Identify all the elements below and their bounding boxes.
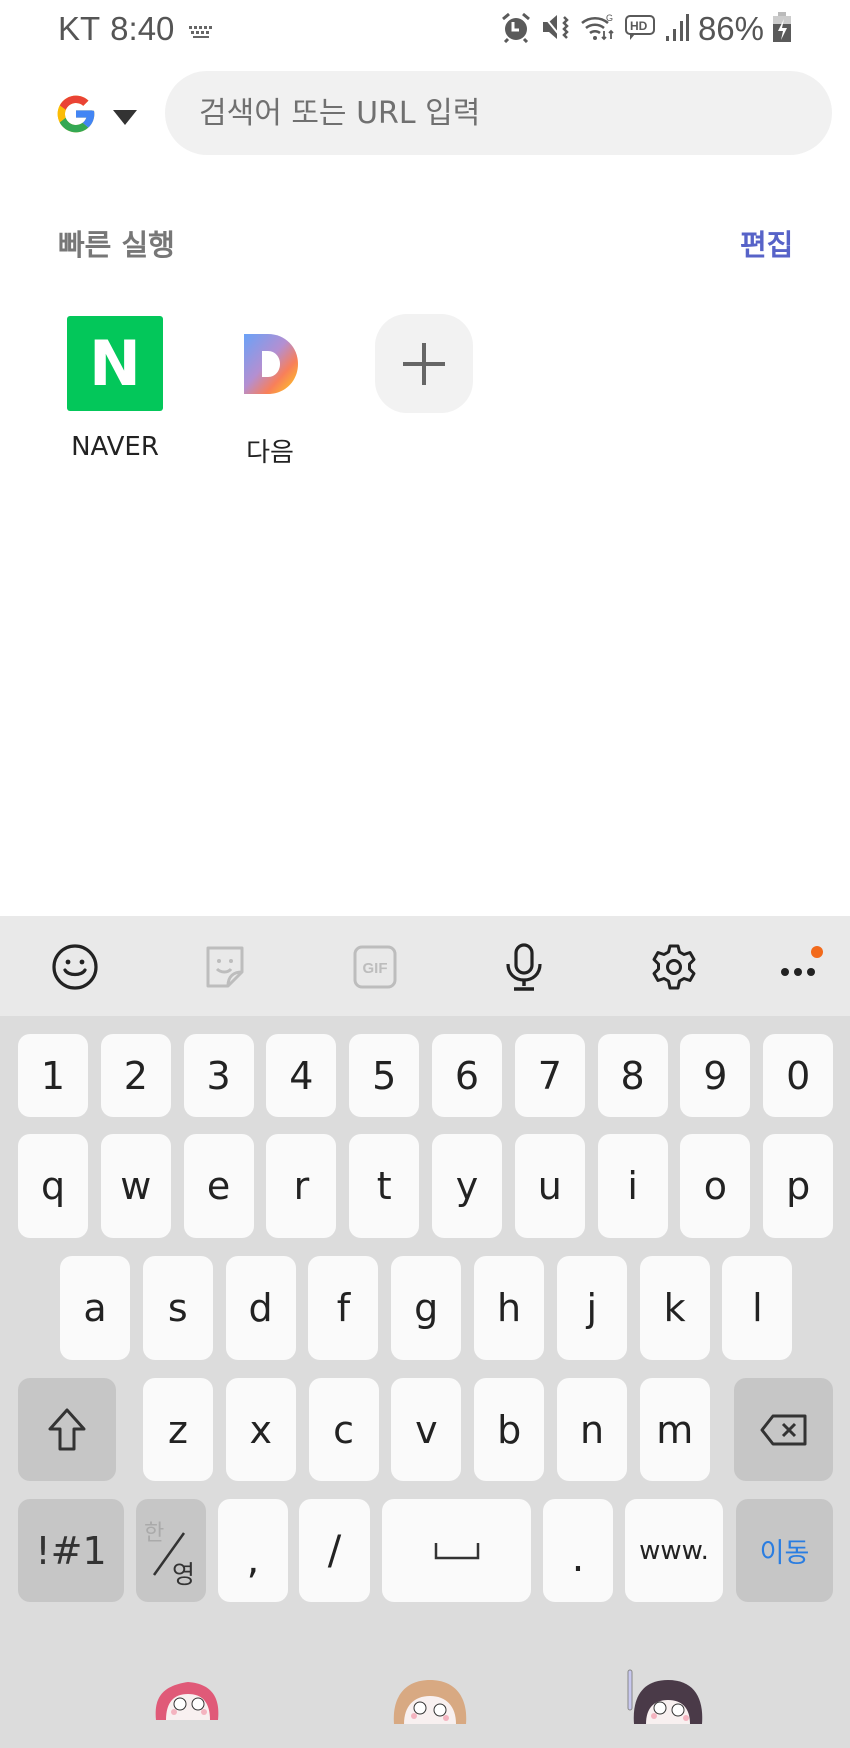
key-5[interactable]: 5 <box>349 1034 420 1117</box>
url-search-input[interactable] <box>197 94 832 132</box>
add-shortcut-button[interactable] <box>375 314 473 413</box>
quick-access-title: 빠른 실행 <box>58 228 175 262</box>
settings-icon[interactable] <box>649 942 699 992</box>
more-icon[interactable] <box>775 942 825 992</box>
key-g[interactable]: g <box>391 1256 462 1360</box>
comma-key[interactable]: , <box>218 1499 288 1602</box>
space-bar-icon <box>434 1542 479 1559</box>
key-0[interactable]: 0 <box>763 1034 834 1117</box>
gif-icon[interactable]: GIF <box>350 942 400 992</box>
key-z[interactable]: z <box>143 1378 213 1481</box>
key-o[interactable]: o <box>680 1134 751 1238</box>
key-1[interactable]: 1 <box>18 1034 88 1117</box>
svg-text:HD: HD <box>630 19 648 33</box>
key-l[interactable]: l <box>722 1256 793 1360</box>
key-d[interactable]: d <box>225 1256 296 1360</box>
daum-tile-label[interactable]: 다음 <box>200 432 340 469</box>
key-r[interactable]: r <box>266 1134 337 1238</box>
hd-voice-icon: HD <box>624 11 656 48</box>
key-j[interactable]: j <box>556 1256 627 1360</box>
shift-arrow-icon <box>48 1408 86 1450</box>
key-t[interactable]: t <box>349 1134 420 1238</box>
slash-key[interactable]: / <box>299 1499 370 1602</box>
key-8[interactable]: 8 <box>597 1034 668 1117</box>
key-b[interactable]: b <box>474 1378 545 1481</box>
language-toggle-key[interactable]: 한 영 <box>136 1499 206 1602</box>
sticker-character-brown-hair[interactable] <box>388 1668 472 1724</box>
key-3[interactable]: 3 <box>183 1034 254 1117</box>
sticker-icon[interactable] <box>200 942 250 992</box>
space-key[interactable] <box>382 1499 531 1602</box>
sticker-character-dark-hair[interactable] <box>624 1668 708 1724</box>
notification-dot <box>811 946 823 958</box>
quick-access-edit-button[interactable]: 편집 <box>740 222 793 264</box>
engine-dropdown-caret-icon[interactable] <box>113 110 137 125</box>
naver-tile-icon[interactable]: N <box>67 316 163 411</box>
key-6[interactable]: 6 <box>432 1034 502 1117</box>
key-9[interactable]: 9 <box>680 1034 751 1117</box>
key-i[interactable]: i <box>597 1134 668 1238</box>
key-k[interactable]: k <box>639 1256 710 1360</box>
google-logo-icon[interactable] <box>54 92 98 136</box>
key-a[interactable]: a <box>60 1256 130 1360</box>
carrier-label: KT <box>58 10 101 47</box>
lang-english-label: 영 <box>172 1560 196 1589</box>
symbols-key[interactable]: !#1 <box>18 1499 124 1602</box>
key-c[interactable]: c <box>308 1378 379 1481</box>
plus-icon <box>403 342 445 385</box>
key-4[interactable]: 4 <box>266 1034 337 1117</box>
gif-label: GIF <box>363 960 388 977</box>
key-n[interactable]: n <box>557 1378 627 1481</box>
key-h[interactable]: h <box>474 1256 544 1360</box>
daum-tile-icon[interactable] <box>236 316 306 411</box>
key-v[interactable]: v <box>391 1378 462 1481</box>
key-7[interactable]: 7 <box>514 1034 585 1117</box>
backspace-key[interactable] <box>734 1378 833 1481</box>
signal-icon <box>664 12 690 47</box>
key-2[interactable]: 2 <box>100 1034 171 1117</box>
shift-key[interactable] <box>18 1378 116 1481</box>
www-key[interactable]: www. <box>625 1499 723 1602</box>
emoji-icon[interactable] <box>50 942 100 992</box>
mute-vibrate-icon <box>540 11 572 48</box>
naver-logo-letter: N <box>89 327 141 400</box>
key-e[interactable]: e <box>183 1134 254 1238</box>
battery-percent: 86% <box>697 10 764 47</box>
key-f[interactable]: f <box>308 1256 379 1360</box>
sticker-character-red-hair[interactable] <box>146 1668 230 1720</box>
period-key[interactable]: . <box>543 1499 613 1602</box>
key-p[interactable]: p <box>763 1134 834 1238</box>
status-bar-left: KT 8:40 <box>58 10 214 48</box>
microphone-icon[interactable] <box>499 942 549 992</box>
clock: 8:40 <box>110 10 175 47</box>
key-m[interactable]: m <box>639 1378 710 1481</box>
key-x[interactable]: x <box>225 1378 296 1481</box>
go-key[interactable]: 이동 <box>736 1499 833 1602</box>
url-search-bar[interactable] <box>165 71 832 155</box>
key-w[interactable]: w <box>100 1134 171 1238</box>
wifi-icon: G <box>580 11 616 48</box>
key-y[interactable]: y <box>432 1134 502 1238</box>
keyboard-toolbar <box>0 916 850 1016</box>
battery-charging-icon <box>772 11 792 48</box>
keyboard-icon <box>188 10 214 48</box>
key-s[interactable]: s <box>142 1256 213 1360</box>
backspace-icon <box>760 1414 806 1445</box>
svg-text:G: G <box>606 13 613 23</box>
alarm-icon <box>500 11 532 48</box>
naver-tile-label[interactable]: NAVER <box>45 432 185 462</box>
key-q[interactable]: q <box>18 1134 88 1238</box>
key-u[interactable]: u <box>514 1134 585 1238</box>
status-bar-right: G HD 86% <box>500 10 792 48</box>
